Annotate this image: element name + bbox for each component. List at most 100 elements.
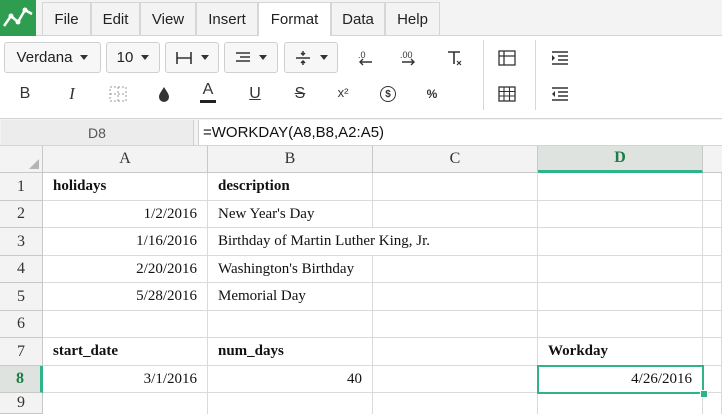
cell-b2[interactable]: New Year's Day [208,201,373,228]
cell-d3[interactable] [538,228,703,256]
fill-color-icon[interactable] [152,82,176,106]
column-header-c[interactable]: C [373,146,538,173]
align-icon [236,51,250,62]
cell-d8[interactable]: 4/26/2016 [538,366,703,393]
cell-reference-box[interactable]: D8 [1,120,194,145]
cell-b7[interactable]: num_days [208,338,373,366]
cell-c5[interactable] [373,283,538,311]
column-header-e[interactable] [703,146,722,173]
cell-e3[interactable] [703,228,722,256]
cell-e5[interactable] [703,283,722,311]
cell-a4[interactable]: 2/20/2016 [43,256,208,283]
decrease-decimal-icon[interactable]: .0 [353,46,377,70]
menu-help[interactable]: Help [385,2,440,35]
cell-d5[interactable] [538,283,703,311]
cell-b4[interactable]: Washington's Birthday [208,256,373,283]
svg-text:.0: .0 [358,50,366,60]
cell-c6[interactable] [373,311,538,338]
cell-c2[interactable] [373,201,538,228]
indent-increase-icon[interactable] [548,46,572,70]
cell-b3[interactable]: Birthday of Martin Luther King, Jr. [208,228,538,256]
borders-button[interactable] [165,42,219,73]
align-button[interactable] [224,42,278,73]
cell-e6[interactable] [703,311,722,338]
column-header-b[interactable]: B [208,146,373,173]
italic-button[interactable]: I [60,82,84,106]
percent-button[interactable]: % [420,82,444,106]
cell-c1[interactable] [373,173,538,201]
cell-a2[interactable]: 1/2/2016 [43,201,208,228]
menu-data[interactable]: Data [331,2,385,35]
cell-e7[interactable] [703,338,722,366]
cell-a3[interactable]: 1/16/2016 [43,228,208,256]
cell-d6[interactable] [538,311,703,338]
insert-table-icon[interactable] [495,46,519,70]
menu-bar: File Edit View Insert Format Data Help [0,0,722,36]
cell-e1[interactable] [703,173,722,201]
superscript-button[interactable]: x² [331,80,355,104]
table-grid-icon[interactable] [495,82,519,106]
vertical-align-button[interactable] [284,42,338,73]
row-header-8[interactable]: 8 [0,366,43,393]
indent-decrease-icon[interactable] [548,82,572,106]
cell-b8[interactable]: 40 [208,366,373,393]
column-header-a[interactable]: A [43,146,208,173]
cell-d7[interactable]: Workday [538,338,703,366]
row-header-1[interactable]: 1 [0,173,43,201]
cell-b6[interactable] [208,311,373,338]
underline-button[interactable]: U [243,82,267,106]
cell-c4[interactable] [373,256,538,283]
cell-border-icon[interactable] [106,82,130,106]
cell-b5[interactable]: Memorial Day [208,283,373,311]
row-header-5[interactable]: 5 [0,283,43,311]
text-color-icon: A [202,80,214,98]
cell-a5[interactable]: 5/28/2016 [43,283,208,311]
bold-button[interactable]: B [13,82,37,106]
column-header-d[interactable]: D [538,146,703,173]
cell-d4[interactable] [538,256,703,283]
cell-c7[interactable] [373,338,538,366]
row-header-9[interactable]: 9 [0,393,43,414]
row-header-4[interactable]: 4 [0,256,43,283]
cell-b1[interactable]: description [208,173,373,201]
cell-a6[interactable] [43,311,208,338]
app-logo-icon[interactable] [0,0,36,36]
cell-e4[interactable] [703,256,722,283]
cell-c9[interactable] [373,393,538,414]
row-header-7[interactable]: 7 [0,338,43,366]
font-family-select[interactable]: Verdana [4,42,101,73]
cell-d9[interactable] [538,393,703,414]
increase-decimal-icon[interactable]: .00 [397,46,421,70]
cell-b9[interactable] [208,393,373,414]
menu-file[interactable]: File [42,2,91,35]
chevron-down-icon [80,55,89,60]
formula-input[interactable]: =WORKDAY(A8,B8,A2:A5) [198,120,722,145]
row-header-2[interactable]: 2 [0,201,43,228]
menu-view[interactable]: View [140,2,196,35]
chevron-down-icon [320,55,328,60]
cell-e8[interactable] [703,366,722,393]
cell-a7[interactable]: start_date [43,338,208,366]
toolbar-divider [535,40,536,110]
cell-d1[interactable] [538,173,703,201]
menu-insert[interactable]: Insert [196,2,258,35]
row-header-3[interactable]: 3 [0,228,43,256]
row-header-6[interactable]: 6 [0,311,43,338]
fill-handle[interactable] [700,390,708,398]
cell-d2[interactable] [538,201,703,228]
cell-a8[interactable]: 3/1/2016 [43,366,208,393]
currency-button[interactable]: $ [376,82,400,106]
text-color-button[interactable]: A [196,80,220,104]
font-size-select[interactable]: 10 [106,42,160,73]
cell-e2[interactable] [703,201,722,228]
cell-a9[interactable] [43,393,208,414]
cell-c8[interactable] [373,366,538,393]
clear-format-icon[interactable] [442,46,466,70]
toolbar: Verdana 10 .0 .00 B I A U S x² $ % [0,36,722,118]
menu-edit[interactable]: Edit [91,2,140,35]
select-all-corner[interactable] [0,146,43,173]
cell-a1[interactable]: holidays [43,173,208,201]
strikethrough-button[interactable]: S [288,82,312,106]
menu-format[interactable]: Format [258,2,331,36]
spreadsheet-grid: A B C D 1 2 3 4 5 6 7 8 9 holidays descr… [0,146,722,414]
